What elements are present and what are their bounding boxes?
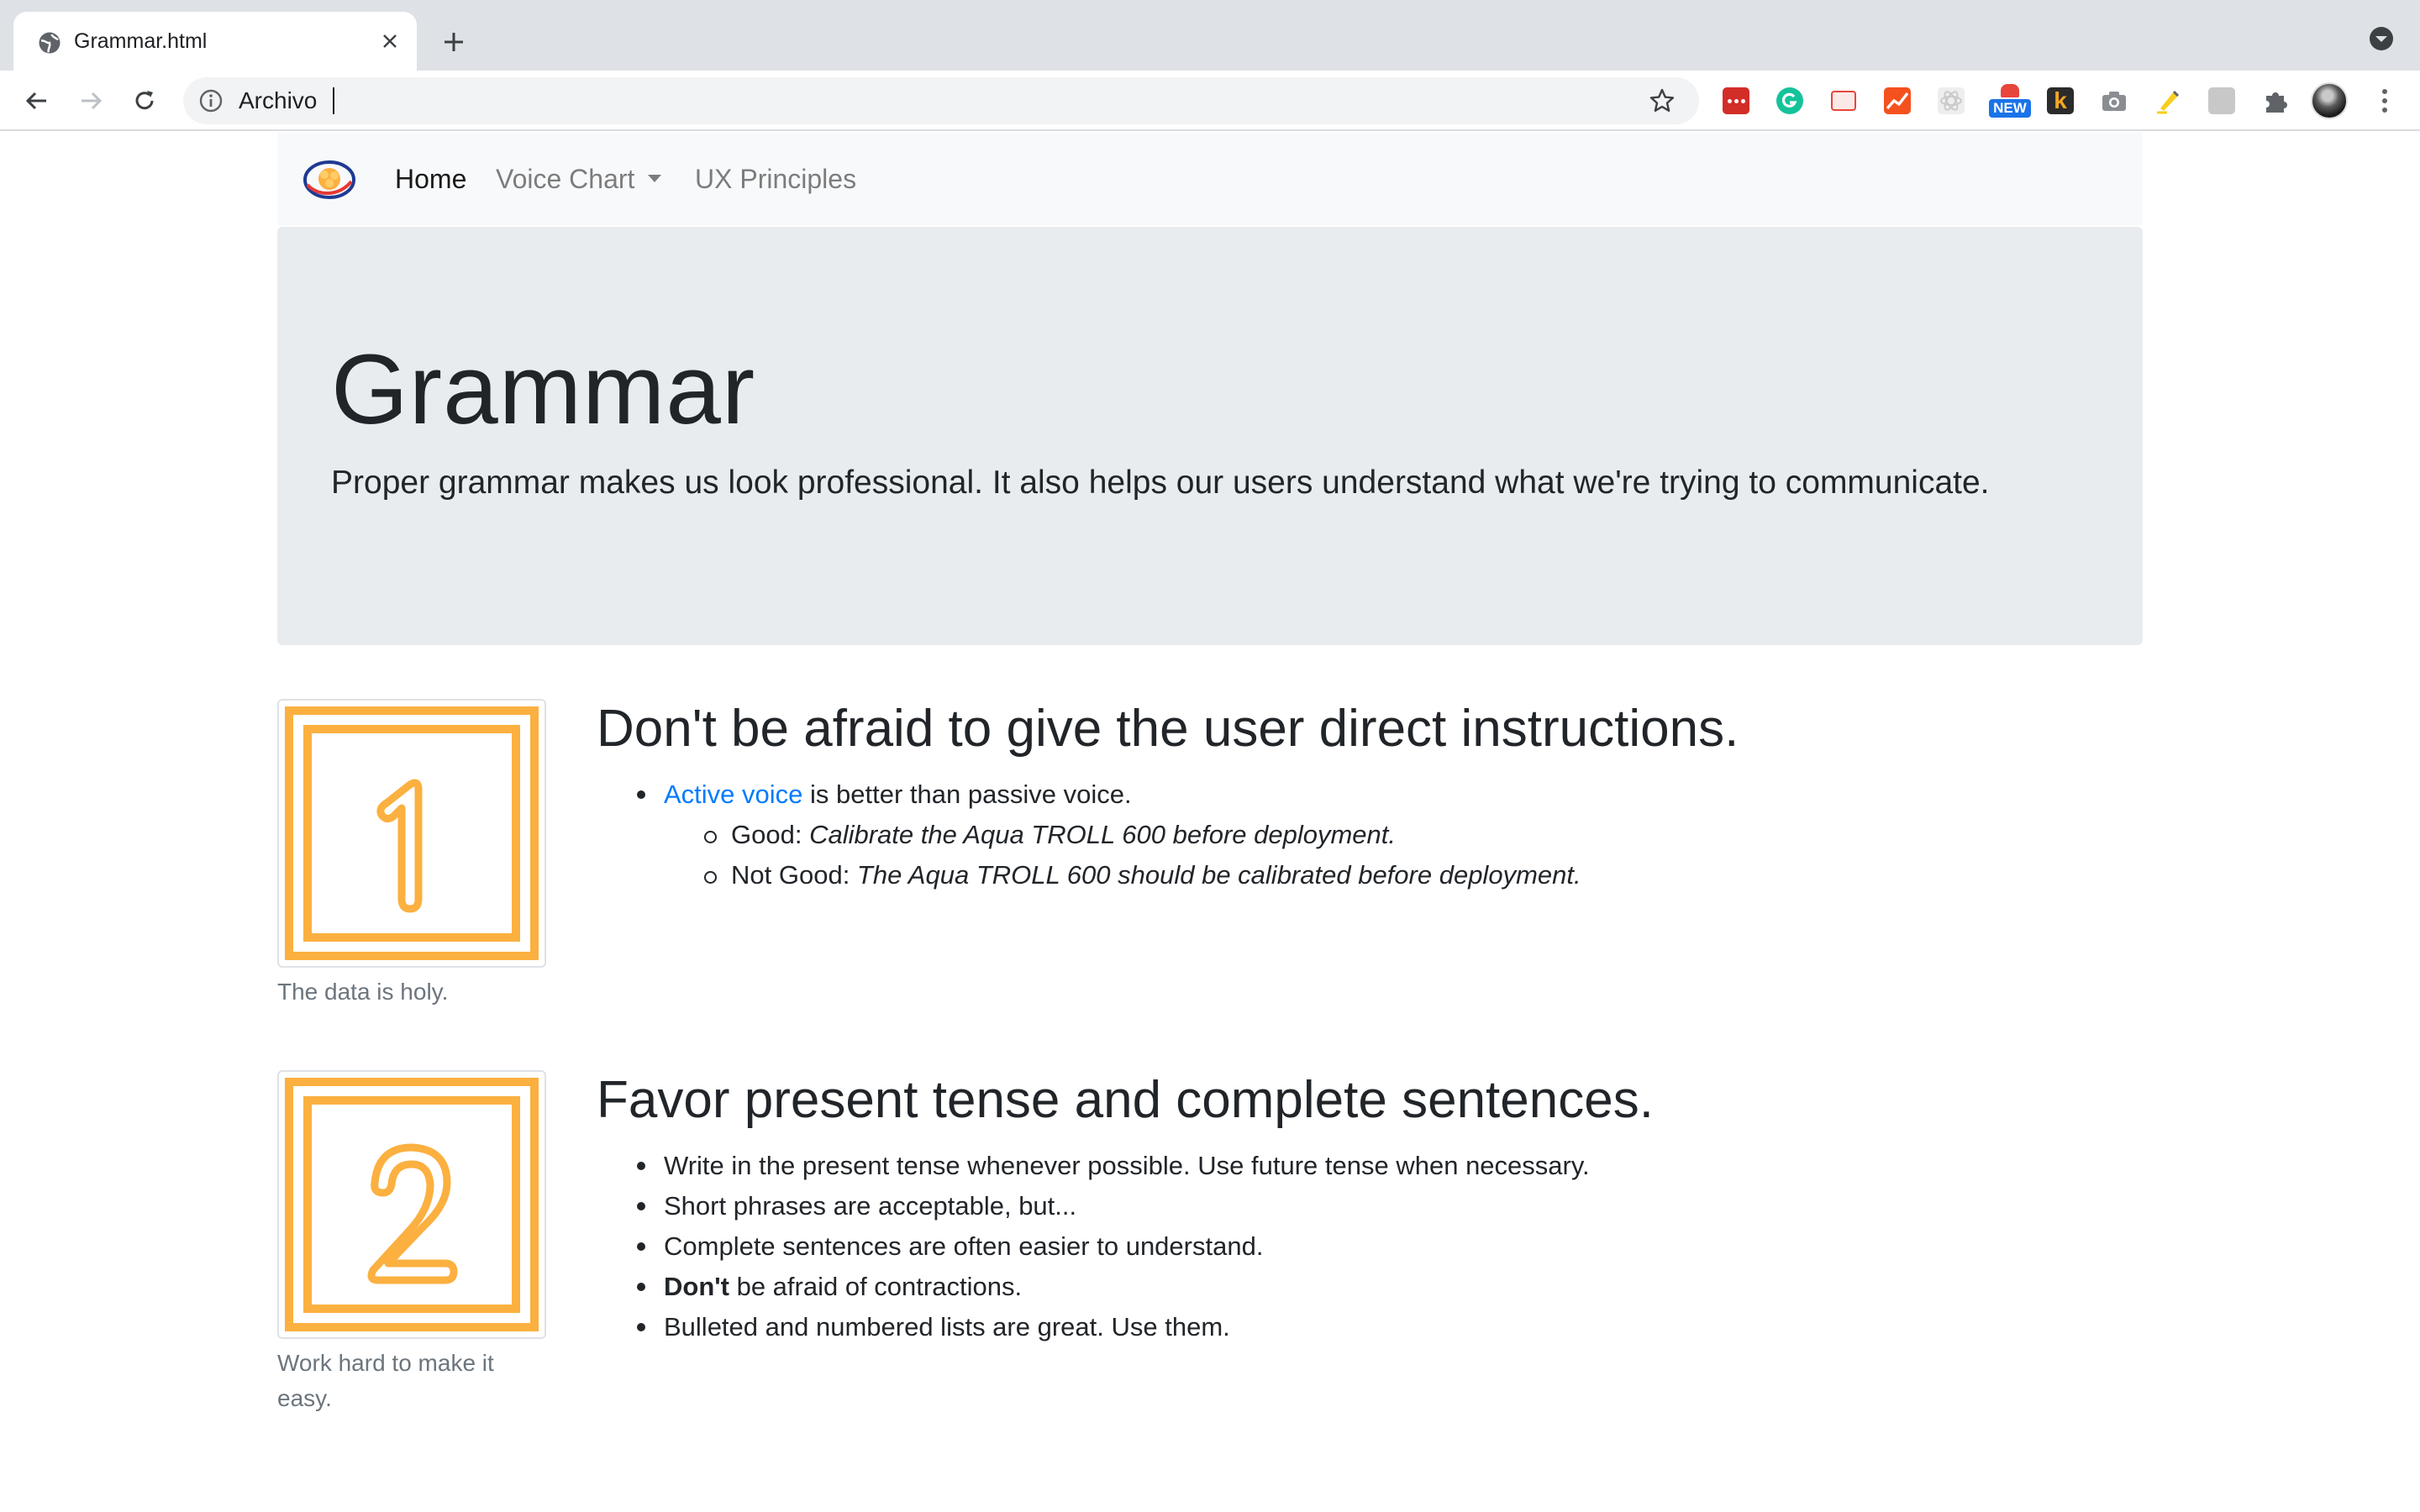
analytics-icon[interactable] bbox=[1882, 86, 1912, 116]
chart-glyph bbox=[1884, 87, 1911, 114]
address-text: Archivo bbox=[239, 87, 318, 113]
k-extension-label: k bbox=[2047, 87, 2074, 114]
grammarly-glyph bbox=[1776, 87, 1803, 114]
reload-button[interactable] bbox=[124, 81, 165, 121]
tab-title: Grammar.html bbox=[74, 29, 208, 53]
nav-voice-chart-dropdown[interactable]: Voice Chart bbox=[496, 161, 662, 197]
globe-icon bbox=[39, 32, 60, 54]
close-tab-button[interactable] bbox=[375, 26, 405, 56]
kebab-dot bbox=[2382, 98, 2387, 103]
close-icon bbox=[383, 34, 397, 48]
page-lead: Proper grammar makes us look professiona… bbox=[331, 465, 1990, 501]
number-two-icon bbox=[285, 1078, 539, 1331]
chevron-down-icon bbox=[648, 175, 662, 183]
number-2-image bbox=[277, 1070, 546, 1339]
list-item-text: be afraid of contractions. bbox=[729, 1272, 1023, 1301]
good-label: Good: bbox=[731, 820, 810, 849]
page-title: Grammar bbox=[331, 334, 756, 445]
extensions-puzzle-icon[interactable] bbox=[2260, 86, 2291, 116]
arrow-left-icon bbox=[25, 92, 46, 110]
section-2-list: Write in the present tense whenever poss… bbox=[637, 1146, 1590, 1347]
figure-number-2: Work hard to make it easy. bbox=[277, 1070, 546, 1416]
lastpass-icon[interactable] bbox=[1721, 86, 1751, 116]
new-tab-button[interactable] bbox=[434, 24, 474, 60]
bad-example: The Aqua TROLL 600 should be calibrated … bbox=[856, 860, 1581, 890]
figure-caption: Work hard to make it easy. bbox=[277, 1350, 494, 1411]
pdf-icon[interactable] bbox=[1828, 86, 1859, 116]
back-button[interactable] bbox=[17, 81, 57, 121]
list-item: Don't be afraid of contractions. bbox=[637, 1267, 1590, 1307]
kebab-dot bbox=[2382, 89, 2387, 94]
list-item: Write in the present tense whenever poss… bbox=[637, 1146, 1590, 1186]
text-cursor bbox=[333, 87, 334, 114]
plus-icon bbox=[445, 33, 463, 51]
browser-menu-button[interactable] bbox=[2370, 86, 2400, 116]
address-bar[interactable]: Archivo bbox=[183, 77, 1699, 124]
section-heading: Don't be afraid to give the user direct … bbox=[597, 700, 1739, 758]
list-item: Active voice is better than passive voic… bbox=[637, 774, 1581, 815]
section-heading: Favor present tense and complete sentenc… bbox=[597, 1071, 1654, 1129]
list-item: Short phrases are acceptable, but... bbox=[637, 1186, 1590, 1226]
nav-ux-principles-link[interactable]: UX Principles bbox=[695, 161, 856, 197]
react-devtools-icon[interactable] bbox=[1936, 86, 1966, 116]
k-extension-icon[interactable]: k bbox=[2045, 86, 2075, 116]
list-item: Not Good: The Aqua TROLL 600 should be c… bbox=[704, 855, 1581, 895]
nav-home-link[interactable]: Home bbox=[395, 161, 466, 197]
forward-button[interactable] bbox=[71, 81, 111, 121]
tab-search-icon[interactable] bbox=[2368, 25, 2395, 52]
number-1-image bbox=[277, 699, 546, 968]
kebab-dot bbox=[2382, 108, 2387, 113]
figure-number-1: The data is holy. bbox=[277, 699, 546, 1010]
list-item: Complete sentences are often easier to u… bbox=[637, 1226, 1590, 1267]
figure-caption: The data is holy. bbox=[277, 979, 449, 1005]
bad-label: Not Good: bbox=[731, 860, 857, 890]
good-example: Calibrate the Aqua TROLL 600 before depl… bbox=[809, 820, 1397, 849]
jumbotron: Grammar Proper grammar makes us look pro… bbox=[277, 227, 2143, 645]
brand-logo-icon[interactable] bbox=[302, 156, 356, 202]
new-badge-icon[interactable]: NEW bbox=[1988, 84, 2032, 118]
arrow-right-icon bbox=[82, 92, 103, 110]
grammarly-icon[interactable] bbox=[1775, 86, 1805, 116]
new-badge-label: NEW bbox=[1989, 99, 2031, 118]
nav-voice-chart-label: Voice Chart bbox=[496, 164, 635, 194]
reload-icon bbox=[135, 91, 154, 110]
list-item-text: is better than passive voice. bbox=[802, 780, 1132, 809]
number-one-icon bbox=[285, 706, 539, 960]
bold-word: Don't bbox=[664, 1272, 729, 1301]
marker-glyph bbox=[2157, 90, 2180, 114]
atom-glyph bbox=[1938, 87, 1965, 114]
camera-icon[interactable] bbox=[2099, 86, 2129, 116]
section-1-list: Active voice is better than passive voic… bbox=[637, 774, 1581, 895]
browser-toolbar: Archivo NEW k bbox=[0, 71, 2420, 131]
puzzle-glyph bbox=[2266, 92, 2287, 113]
example-sublist: Good: Calibrate the Aqua TROLL 600 befor… bbox=[704, 815, 1581, 895]
site-navbar: Home Voice Chart UX Principles bbox=[277, 133, 2143, 225]
browser-tabstrip: Grammar.html bbox=[0, 0, 2420, 71]
browser-tab[interactable]: Grammar.html bbox=[13, 12, 417, 71]
bookmark-star-icon[interactable] bbox=[1649, 87, 1676, 114]
camera-glyph bbox=[2102, 92, 2126, 111]
info-icon[interactable] bbox=[198, 88, 224, 113]
active-voice-link[interactable]: Active voice bbox=[664, 780, 802, 809]
highlighter-icon[interactable] bbox=[2153, 86, 2183, 116]
list-item: Bulleted and numbered lists are great. U… bbox=[637, 1307, 1590, 1347]
profile-avatar[interactable] bbox=[2311, 82, 2348, 119]
translate-icon[interactable] bbox=[2207, 86, 2237, 116]
list-item: Good: Calibrate the Aqua TROLL 600 befor… bbox=[704, 815, 1581, 855]
